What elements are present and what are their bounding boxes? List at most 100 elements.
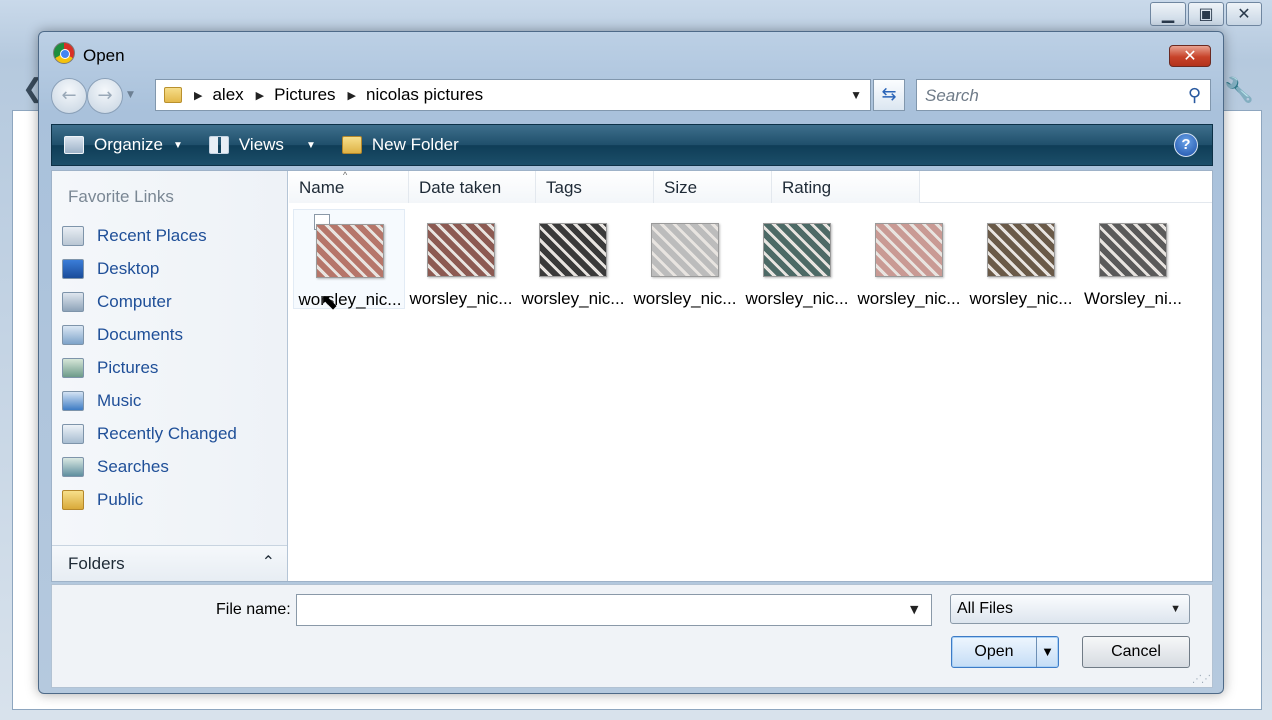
- dialog-close-button[interactable]: ✕: [1169, 45, 1211, 67]
- back-button[interactable]: ←: [51, 78, 87, 114]
- image-thumbnail: [1099, 223, 1167, 277]
- image-thumbnail: [651, 223, 719, 277]
- recent-places-icon: [62, 225, 84, 246]
- organize-icon: [64, 136, 84, 154]
- dialog-titlebar[interactable]: Open ✕: [39, 32, 1223, 72]
- open-dropdown-icon[interactable]: ▼: [1036, 637, 1058, 667]
- image-thumbnail: [987, 223, 1055, 277]
- file-name-label: worsley_nic...: [745, 289, 849, 308]
- close-icon[interactable]: ✕: [1226, 2, 1262, 26]
- breadcrumb-alex[interactable]: alex: [212, 85, 243, 105]
- file-name-label: worsley_nic...: [857, 289, 961, 308]
- file-tile[interactable]: worsley_nic...: [517, 209, 629, 309]
- file-tile[interactable]: worsley_nic...: [405, 209, 517, 309]
- chevron-down-icon: ▼: [172, 139, 183, 151]
- cancel-button[interactable]: Cancel: [1082, 636, 1190, 668]
- mouse-cursor-icon: ⬉: [320, 290, 339, 315]
- nav-item-recent-places[interactable]: Recent Places: [62, 219, 237, 252]
- column-header-size[interactable]: Size: [654, 171, 772, 203]
- address-dropdown-icon[interactable]: ▼: [850, 88, 862, 102]
- organize-label: Organize: [94, 135, 163, 154]
- folders-toggle[interactable]: Folders ⌃: [52, 545, 287, 581]
- open-dialog: Open ✕ ← → ▼ ▶ alex ▶ Pictures ▶ nicolas…: [38, 31, 1224, 694]
- nav-item-label: Music: [97, 390, 142, 410]
- views-button[interactable]: Views ▼: [208, 135, 330, 155]
- new-folder-icon: [341, 136, 362, 154]
- wrench-icon[interactable]: 🔧: [1224, 76, 1254, 104]
- column-header-date-taken[interactable]: Date taken: [409, 171, 536, 203]
- recent-pages-dropdown-icon[interactable]: ▼: [127, 90, 134, 100]
- nav-item-public[interactable]: Public: [62, 483, 237, 516]
- breadcrumb-nicolas-pictures[interactable]: nicolas pictures: [366, 85, 483, 105]
- navigation-pane: Favorite Links Recent Places Desktop Com…: [52, 171, 288, 581]
- breadcrumb-chevron-icon[interactable]: ▶: [348, 89, 356, 102]
- folders-label: Folders: [68, 554, 125, 573]
- column-header-name[interactable]: ^ Name: [289, 170, 409, 203]
- nav-item-label: Public: [97, 489, 144, 509]
- navigation-row: ← → ▼ ▶ alex ▶ Pictures ▶ nicolas pictur…: [51, 76, 1213, 114]
- nav-item-label: Searches: [97, 456, 169, 476]
- column-label: Date taken: [419, 178, 502, 197]
- column-label: Rating: [782, 178, 832, 197]
- public-folder-icon: [62, 489, 84, 510]
- column-header-rating[interactable]: Rating: [772, 171, 920, 203]
- nav-item-label: Computer: [97, 291, 172, 311]
- nav-item-documents[interactable]: Documents: [62, 318, 237, 351]
- favorite-links-list: Recent Places Desktop Computer Documents…: [62, 219, 237, 516]
- image-thumbnail: [427, 223, 495, 277]
- open-button[interactable]: Open ▼: [951, 636, 1059, 668]
- address-bar[interactable]: ▶ alex ▶ Pictures ▶ nicolas pictures ▼: [155, 79, 871, 111]
- resize-grip-icon[interactable]: ⋰⋰: [1192, 674, 1211, 685]
- file-tile[interactable]: Worsley_ni...: [1077, 209, 1189, 309]
- nav-item-music[interactable]: Music: [62, 384, 237, 417]
- nav-item-recently-changed[interactable]: Recently Changed: [62, 417, 237, 450]
- nav-item-label: Documents: [97, 324, 183, 344]
- forward-arrow-icon: →: [97, 85, 113, 106]
- breadcrumb-chevron-icon[interactable]: ▶: [256, 89, 264, 102]
- file-tile[interactable]: worsley_nic... ⬉: [293, 209, 405, 315]
- pictures-icon: [62, 357, 84, 378]
- file-tile[interactable]: worsley_nic...: [853, 209, 965, 309]
- dialog-footer: File name: ▼ All Files ▼ Open ▼ Cancel ⋰…: [51, 584, 1213, 688]
- dialog-body: Favorite Links Recent Places Desktop Com…: [51, 170, 1213, 582]
- file-type-select[interactable]: All Files ▼: [950, 594, 1190, 624]
- organize-button[interactable]: Organize ▼: [64, 135, 197, 155]
- column-header-tags[interactable]: Tags: [536, 171, 654, 203]
- minimize-icon[interactable]: ▁: [1150, 2, 1186, 26]
- image-thumbnail: [763, 223, 831, 277]
- search-icon[interactable]: ⚲: [1188, 85, 1201, 106]
- new-folder-button[interactable]: New Folder: [341, 135, 473, 155]
- nav-item-computer[interactable]: Computer: [62, 285, 237, 318]
- nav-item-label: Recent Places: [97, 225, 207, 245]
- nav-item-label: Pictures: [97, 357, 159, 377]
- restore-icon[interactable]: ▣: [1188, 2, 1224, 26]
- refresh-button[interactable]: ⇆: [873, 79, 905, 111]
- desktop-icon: [62, 258, 84, 279]
- file-name-label: worsley_nic...: [633, 289, 737, 308]
- open-label: Open: [974, 643, 1014, 660]
- file-tile[interactable]: worsley_nic...: [965, 209, 1077, 309]
- breadcrumb-pictures[interactable]: Pictures: [274, 85, 335, 105]
- command-toolbar: Organize ▼ Views ▼ New Folder ?: [51, 124, 1213, 166]
- file-list-pane: ^ Name Date taken Tags Size Rating worsle…: [289, 170, 1212, 581]
- file-name-label: worsley_nic...: [298, 290, 402, 309]
- file-name-dropdown-icon[interactable]: ▼: [910, 603, 918, 616]
- background-window-controls: ▁ ▣ ✕: [1150, 2, 1262, 26]
- file-tile[interactable]: worsley_nic...: [741, 209, 853, 309]
- nav-item-pictures[interactable]: Pictures: [62, 351, 237, 384]
- forward-button[interactable]: →: [87, 78, 123, 114]
- nav-item-searches[interactable]: Searches: [62, 450, 237, 483]
- breadcrumb-chevron-icon[interactable]: ▶: [194, 89, 202, 102]
- nav-item-label: Recently Changed: [97, 423, 237, 443]
- music-icon: [62, 390, 84, 411]
- views-label: Views: [238, 135, 284, 154]
- column-headers: ^ Name Date taken Tags Size Rating: [289, 170, 1212, 203]
- file-grid: worsley_nic... ⬉ worsley_nic... worsley_…: [293, 209, 1189, 315]
- file-name-label: worsley_nic...: [521, 289, 625, 308]
- help-icon[interactable]: ?: [1174, 133, 1198, 157]
- nav-item-desktop[interactable]: Desktop: [62, 252, 237, 285]
- recently-changed-icon: [62, 423, 84, 444]
- file-name-input[interactable]: [296, 594, 932, 626]
- dialog-title: Open: [83, 46, 125, 65]
- file-tile[interactable]: worsley_nic...: [629, 209, 741, 309]
